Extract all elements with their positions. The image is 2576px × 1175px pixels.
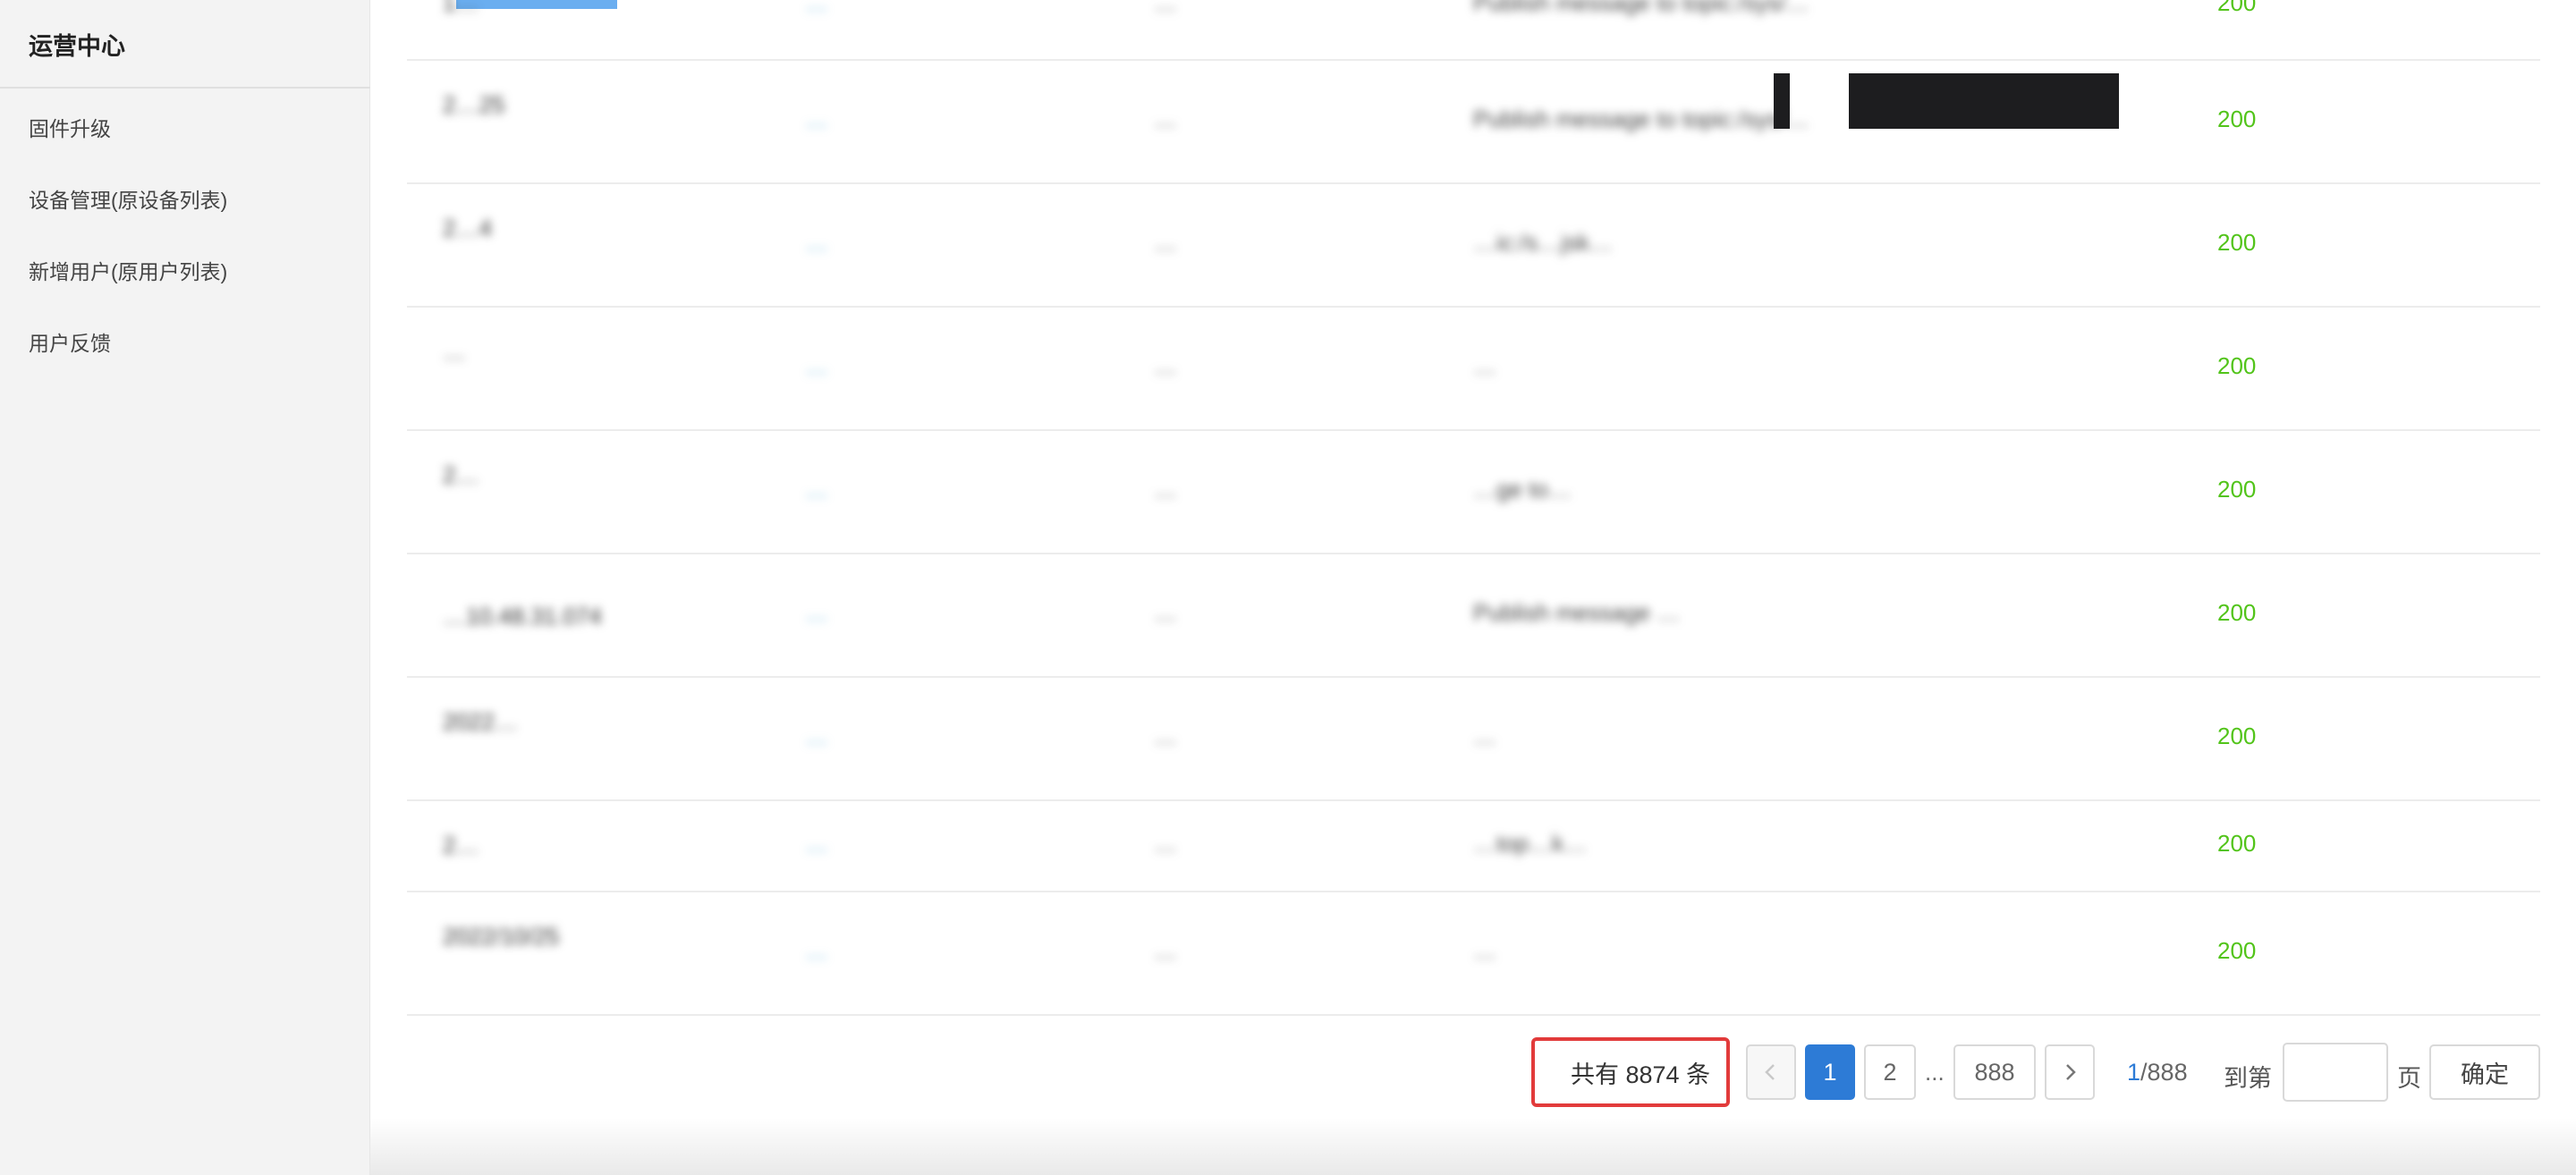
time-cell: … (443, 338, 466, 365)
page-indicator: 1/888 (2127, 1059, 2188, 1086)
sidebar-item-user-feedback[interactable]: 用户反馈 (29, 326, 111, 357)
client-cell: … (1154, 106, 1177, 132)
time-cell: …10.48.31.074 (443, 603, 602, 630)
client-cell: … (1154, 937, 1177, 964)
prev-page-button[interactable] (1746, 1044, 1796, 1100)
time-cell: 1… (443, 0, 479, 16)
table-row: 2022/10/25 … … … 200 (407, 892, 2540, 1016)
time-cell: 2… (443, 461, 479, 488)
id-link[interactable]: … (805, 599, 1073, 627)
sidebar-item-device-management[interactable]: 设备管理(原设备列表) (29, 183, 227, 214)
status-code: 200 (2217, 723, 2257, 749)
status-code: 200 (2217, 229, 2257, 256)
client-cell: … (1154, 830, 1177, 857)
id-link[interactable]: … (805, 106, 1073, 133)
client-cell: … (1154, 229, 1177, 256)
page-ellipsis: ... (1925, 1059, 1945, 1086)
message-cell: … (1473, 723, 1496, 749)
table-row: … … … … 200 (407, 308, 2540, 431)
page-total: /888 (2140, 1059, 2188, 1086)
client-cell: … (1154, 599, 1177, 626)
id-link[interactable]: … (805, 723, 1073, 750)
status-code: 200 (2217, 599, 2257, 626)
message-cell: … (1473, 937, 1496, 964)
page-button-1[interactable]: 1 (1805, 1044, 1855, 1100)
status-code: 200 (2217, 352, 2257, 379)
status-code: 200 (2217, 0, 2257, 16)
id-link[interactable]: … (805, 937, 1073, 965)
bottom-shadow (370, 1118, 2576, 1175)
message-cell: Publish message to topic:/sys/… (1473, 0, 1809, 16)
status-code: 200 (2217, 830, 2257, 857)
time-cell: 2…4 (443, 215, 492, 241)
table-row: 2…25 … … Publish message to topic:/sys/…… (407, 61, 2540, 184)
current-page: 1 (2127, 1059, 2141, 1086)
client-cell: … (1154, 0, 1177, 16)
client-cell: … (1154, 723, 1177, 749)
message-cell: …ge to… (1473, 476, 1572, 503)
id-link[interactable]: … (805, 476, 1073, 503)
sidebar: 运营中心 固件升级 设备管理(原设备列表) 新增用户(原用户列表) 用户反馈 (0, 0, 370, 1175)
time-cell: 2022/10/25 (443, 923, 560, 950)
table-row: 1… … … Publish message to topic:/sys/… 2… (407, 0, 2540, 61)
time-cell: 2022… (443, 708, 518, 735)
message-cell: …top…k… (1473, 830, 1588, 857)
table-row: …10.48.31.074 … … Publish message … 200 (407, 554, 2540, 678)
sidebar-item-firmware-upgrade[interactable]: 固件升级 (29, 112, 111, 142)
table-row: 2…4 … … …ic:/s…jsk… 200 (407, 184, 2540, 308)
table-row: 2… … … …top…k… 200 (407, 801, 2540, 892)
chevron-left-icon (1765, 1064, 1775, 1080)
total-count: 共有 8874 条 (1571, 1061, 1711, 1088)
message-cell: … (1473, 352, 1496, 379)
id-link[interactable]: … (805, 0, 1073, 17)
message-cell: Publish message … (1473, 599, 1681, 626)
status-code: 200 (2217, 106, 2257, 132)
client-cell: … (1154, 476, 1177, 503)
status-code: 200 (2217, 937, 2257, 964)
time-cell: 2… (443, 832, 479, 858)
table-row: 2022… … … … 200 (407, 678, 2540, 801)
last-page-button[interactable]: 888 (1953, 1044, 2036, 1100)
table-row: 2… … … …ge to… 200 (407, 431, 2540, 554)
message-cell: …ic:/s…jsk… (1473, 229, 1613, 256)
sidebar-title: 运营中心 (29, 33, 125, 60)
goto-prefix-label: 到第 (2224, 1065, 2272, 1092)
client-cell: … (1154, 352, 1177, 379)
sidebar-divider (0, 87, 370, 89)
id-link[interactable]: … (805, 229, 1073, 257)
chevron-right-icon (2066, 1064, 2076, 1080)
next-page-button[interactable] (2045, 1044, 2095, 1100)
redaction-block (1774, 73, 1790, 129)
time-cell: 2…25 (443, 91, 505, 118)
goto-page-input[interactable] (2283, 1043, 2388, 1102)
page-button-2[interactable]: 2 (1864, 1044, 1916, 1100)
id-link[interactable]: … (805, 830, 1073, 858)
sidebar-item-new-users[interactable]: 新增用户(原用户列表) (29, 255, 227, 285)
confirm-button[interactable]: 确定 (2429, 1044, 2540, 1100)
redaction-block (1849, 73, 2119, 129)
goto-suffix-label: 页 (2397, 1065, 2421, 1092)
id-link[interactable]: … (805, 352, 1073, 380)
status-code: 200 (2217, 476, 2257, 503)
